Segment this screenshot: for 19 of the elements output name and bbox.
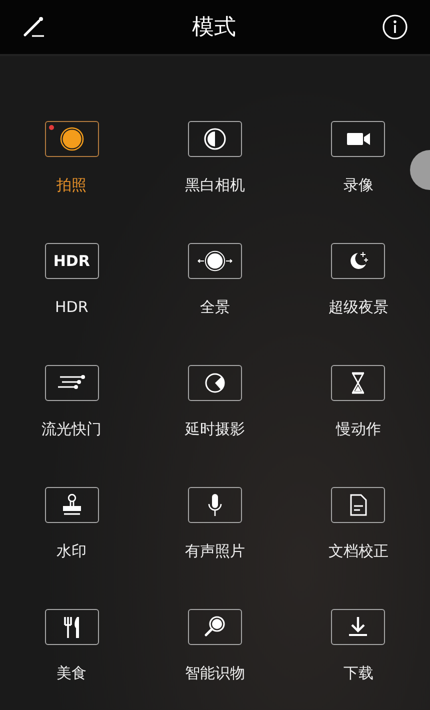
mode-button[interactable]: 文档校正 bbox=[310, 487, 406, 579]
screen-title: 模式 bbox=[192, 14, 236, 42]
mode-button[interactable]: 拍照 bbox=[24, 121, 120, 213]
mode-button[interactable]: 全景 bbox=[166, 243, 263, 335]
mode-button[interactable]: 黑白相机 bbox=[166, 121, 263, 213]
mode-button[interactable]: 慢动作 bbox=[310, 365, 406, 457]
mode-button[interactable]: 录像 bbox=[310, 121, 406, 213]
mode-button[interactable]: 美食 bbox=[24, 609, 120, 701]
mode-button[interactable]: 水印 bbox=[24, 487, 120, 579]
mode-button[interactable]: 延时摄影 bbox=[166, 365, 263, 457]
pencil-icon[interactable] bbox=[22, 15, 46, 39]
hdr-icon: HDR bbox=[53, 254, 90, 268]
mode-button[interactable]: 有声照片 bbox=[166, 487, 263, 579]
mode-button[interactable]: 智能识物 bbox=[166, 609, 263, 701]
mode-button[interactable]: HDR HDR bbox=[24, 243, 120, 335]
mode-button[interactable]: 超级夜景 bbox=[310, 243, 406, 335]
mode-button[interactable]: 下载 bbox=[310, 609, 406, 701]
mode-button[interactable]: 流光快门 bbox=[24, 365, 120, 457]
info-icon[interactable] bbox=[382, 14, 408, 40]
